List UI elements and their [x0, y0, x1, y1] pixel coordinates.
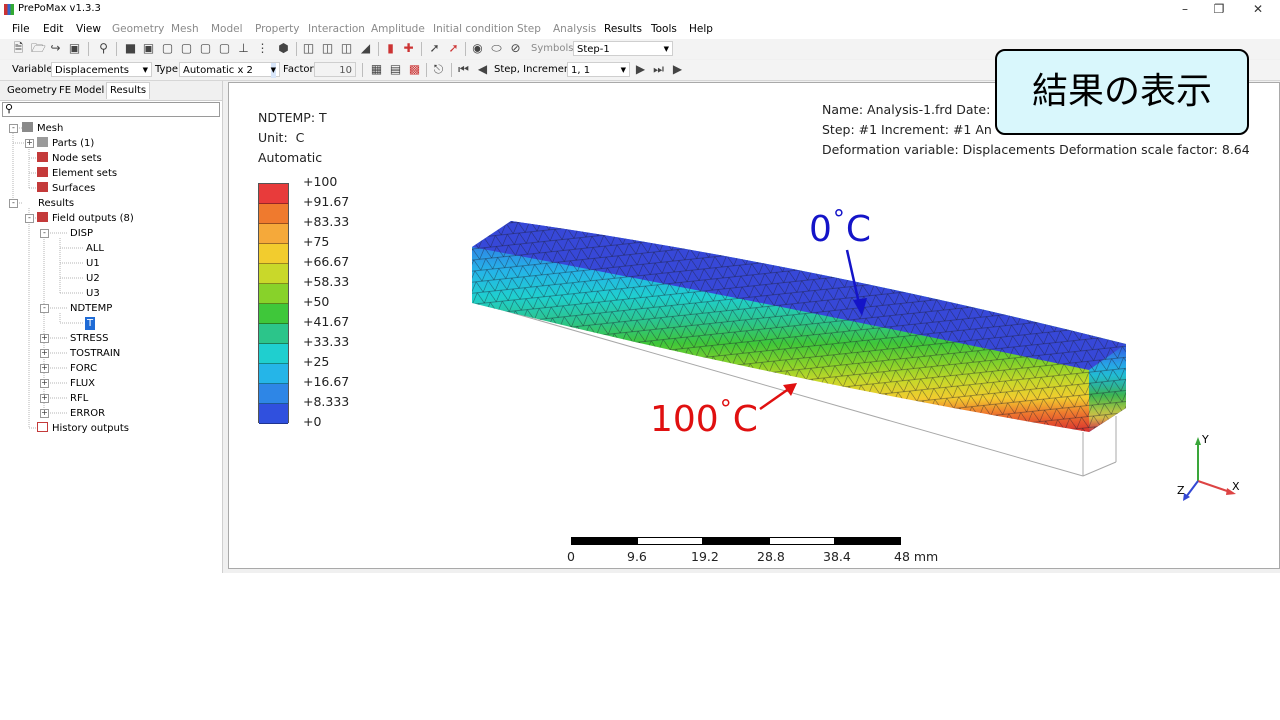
annotation-unit: C: [845, 209, 872, 250]
scale-label-1: 9.6: [627, 549, 647, 564]
scale-label-0: 0: [567, 549, 575, 564]
axis-z-label: Z: [1177, 484, 1185, 497]
scale-label-2: 19.2: [691, 549, 719, 564]
degree-symbol: °: [719, 395, 732, 423]
annotation-hundred-c: 100°C: [650, 395, 758, 440]
axis-triad: [1183, 437, 1236, 501]
axis-y-label: Y: [1202, 433, 1209, 446]
scale-label-3: 28.8: [757, 549, 785, 564]
annotation-value: 0: [809, 209, 832, 250]
annotation-unit: C: [732, 399, 758, 440]
axis-x-label: X: [1232, 480, 1240, 493]
degree-symbol: °: [832, 205, 845, 233]
callout-box: 結果の表示: [995, 49, 1249, 135]
deformed-beam: [472, 221, 1126, 432]
red-arrow: [759, 386, 791, 411]
annotation-zero-c: 0°C: [809, 205, 871, 250]
annotation-value: 100: [650, 399, 719, 440]
scale-label-5: 48 mm: [894, 549, 939, 564]
scale-label-4: 38.4: [823, 549, 851, 564]
